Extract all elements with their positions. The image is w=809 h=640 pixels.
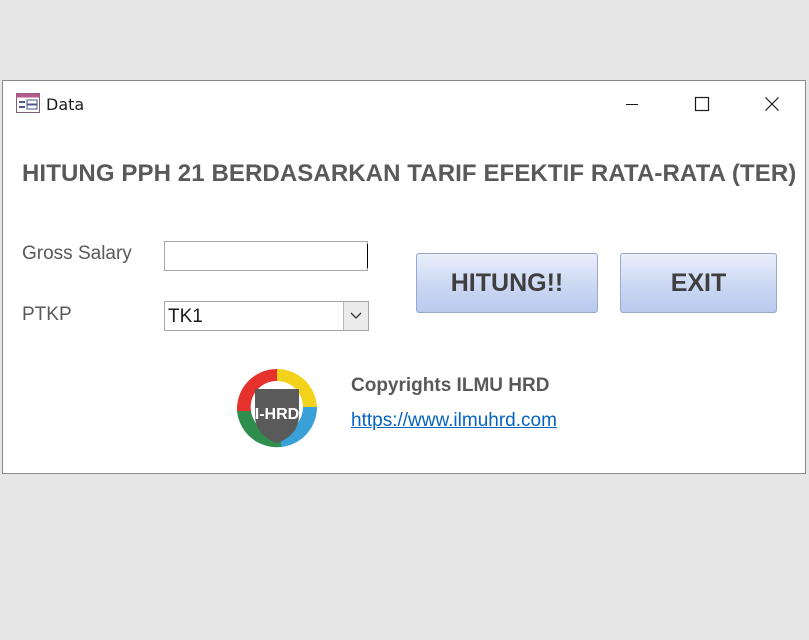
- form-heading: HITUNG PPH 21 BERDASARKAN TARIF EFEKTIF …: [22, 160, 797, 187]
- hitung-button[interactable]: HITUNG!!: [416, 253, 598, 313]
- ilmuhrd-logo: I-HRD: [236, 368, 318, 448]
- gross-salary-input[interactable]: [164, 241, 368, 271]
- text-caret: [367, 244, 368, 268]
- close-icon: [765, 97, 779, 111]
- website-link[interactable]: https://www.ilmuhrd.com: [351, 410, 557, 432]
- svg-text:I-HRD: I-HRD: [255, 406, 299, 423]
- form-icon: [16, 93, 40, 113]
- chevron-down-icon: [350, 312, 362, 319]
- gross-salary-label: Gross Salary: [22, 243, 132, 264]
- title-bar[interactable]: Data: [3, 81, 805, 127]
- exit-button[interactable]: EXIT: [620, 253, 777, 313]
- close-button[interactable]: [737, 81, 807, 127]
- window-title: Data: [46, 95, 85, 114]
- maximize-icon: [694, 96, 710, 112]
- minimize-button[interactable]: [597, 81, 667, 127]
- copyright-text: Copyrights ILMU HRD: [351, 375, 550, 396]
- minimize-icon: [626, 104, 638, 105]
- ptkp-selected-value: TK1: [168, 306, 203, 327]
- maximize-button[interactable]: [667, 81, 737, 127]
- ptkp-select[interactable]: TK1: [164, 301, 369, 331]
- ptkp-dropdown-button[interactable]: [343, 302, 368, 330]
- ptkp-label: PTKP: [22, 304, 72, 325]
- form-window: Data HITUNG PPH 21 BERDASARKAN TARIF EFE…: [2, 80, 806, 474]
